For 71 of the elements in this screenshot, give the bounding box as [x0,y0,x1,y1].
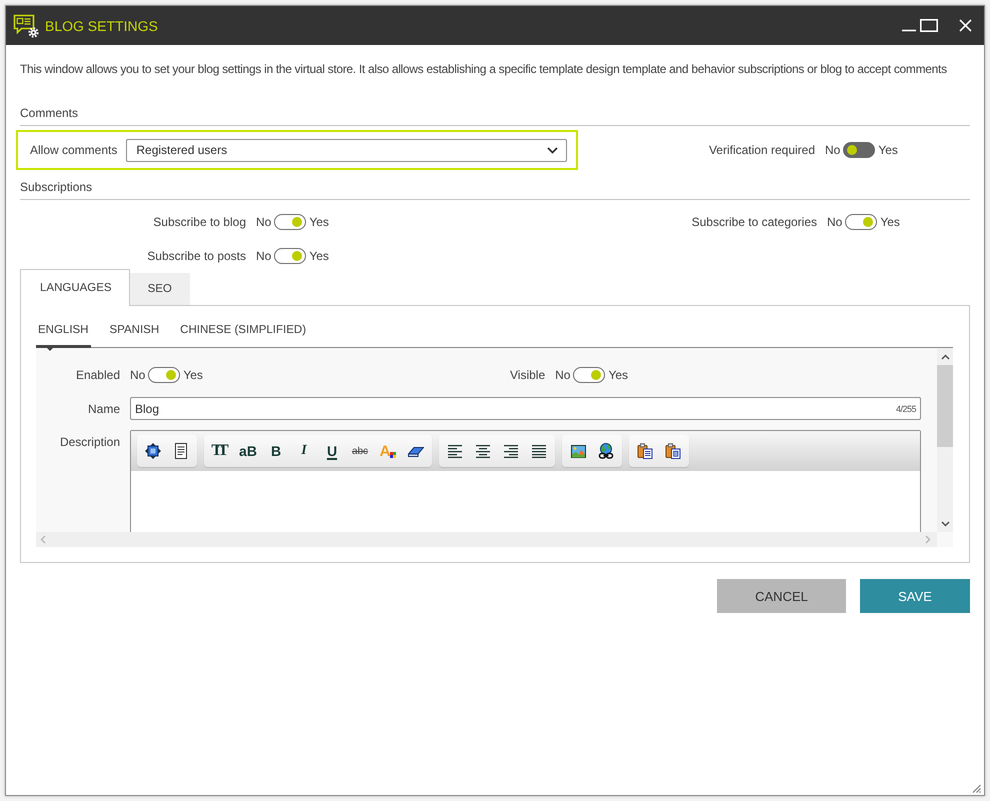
align-justify-icon [532,444,546,458]
section-heading: Comments [20,106,78,120]
toggle-switch[interactable] [274,214,306,230]
italic-button[interactable]: I [290,439,318,463]
font-size-button[interactable]: TT [206,439,234,463]
tab[interactable]: SEO [130,273,190,305]
on-option-label: Yes [183,367,203,384]
align-left-icon [448,444,462,458]
field-label: Verification required [708,142,815,159]
globe-link-icon [598,443,614,459]
name-input-field[interactable]: Blog 4/255 [130,397,921,420]
field-label: Enabled [74,367,120,384]
off-option-label: No [256,214,272,231]
strikethrough-button[interactable]: abc [346,439,374,463]
align-center-icon [476,444,490,458]
maximize-button[interactable] [920,19,938,32]
on-option-label: Yes [309,214,329,231]
resize-grip-icon[interactable] [972,784,981,793]
save-button[interactable]: SAVE [860,579,970,613]
chip-icon [145,443,161,459]
off-option-label: No [825,142,840,159]
field-label: Visible [510,367,546,384]
bold-button[interactable]: B [262,439,290,463]
off-option-label: No [130,367,146,384]
off-option-label: No [827,214,842,231]
on-option-label: Yes [309,248,329,265]
field-label: Description [58,434,120,451]
scroll-down-icon[interactable] [940,521,950,527]
on-option-label: Yes [878,142,898,159]
tab[interactable]: LANGUAGES [20,269,130,306]
toggle-switch[interactable] [148,367,180,383]
toggle-switch[interactable] [843,142,876,158]
field-label: Subscribe to blog [152,214,246,231]
scroll-up-icon[interactable] [940,354,950,360]
window-title: BLOG SETTINGS [45,18,158,34]
off-option-label: No [256,248,272,265]
scrollbar-thumb[interactable] [937,365,953,447]
on-option-label: Yes [608,367,628,384]
picture-icon [570,444,586,458]
field-label: Allow comments [30,142,118,159]
field-label: Subscribe to posts [146,248,246,265]
language-tab[interactable]: SPANISH [108,306,162,348]
character-counter: 4/255 [896,404,916,414]
minimize-button[interactable] [902,29,916,32]
tab-pointer-icon [44,345,56,351]
toggle-switch[interactable] [274,248,306,264]
align-right-icon [504,444,518,458]
toggle-switch[interactable] [573,367,606,383]
maximize-icon [920,19,938,32]
on-option-label: Yes [880,214,900,231]
clipboard-document-icon [665,443,681,459]
cancel-button[interactable]: CANCEL [717,579,846,613]
off-option-label: No [555,367,570,384]
field-label: Subscribe to categories [690,214,817,231]
chevron-down-icon [547,146,558,154]
clipboard-icon [637,443,653,459]
section-heading: Subscriptions [20,180,92,194]
field-label: Name [86,400,120,418]
underline-button[interactable]: U [318,439,346,463]
intro-text: This window allows you to set your blog settings in the virtual store. It also allows establishing a specific template design template and behavior subscriptions or blog to accept comments [20,61,947,78]
eraser-icon [408,446,424,456]
case-button[interactable]: aB [234,439,262,463]
allow-comments-select[interactable]: Registered users [126,138,567,162]
close-icon [959,19,972,32]
vertical-scrollbar[interactable] [937,348,953,532]
toggle-switch[interactable] [845,214,878,230]
language-tab[interactable]: CHINESE (SIMPLIFIED) [178,306,308,348]
speech-bubble-gear-icon [13,14,39,38]
document-icon [175,443,187,459]
minimize-icon [902,29,916,32]
close-button[interactable] [959,19,972,32]
